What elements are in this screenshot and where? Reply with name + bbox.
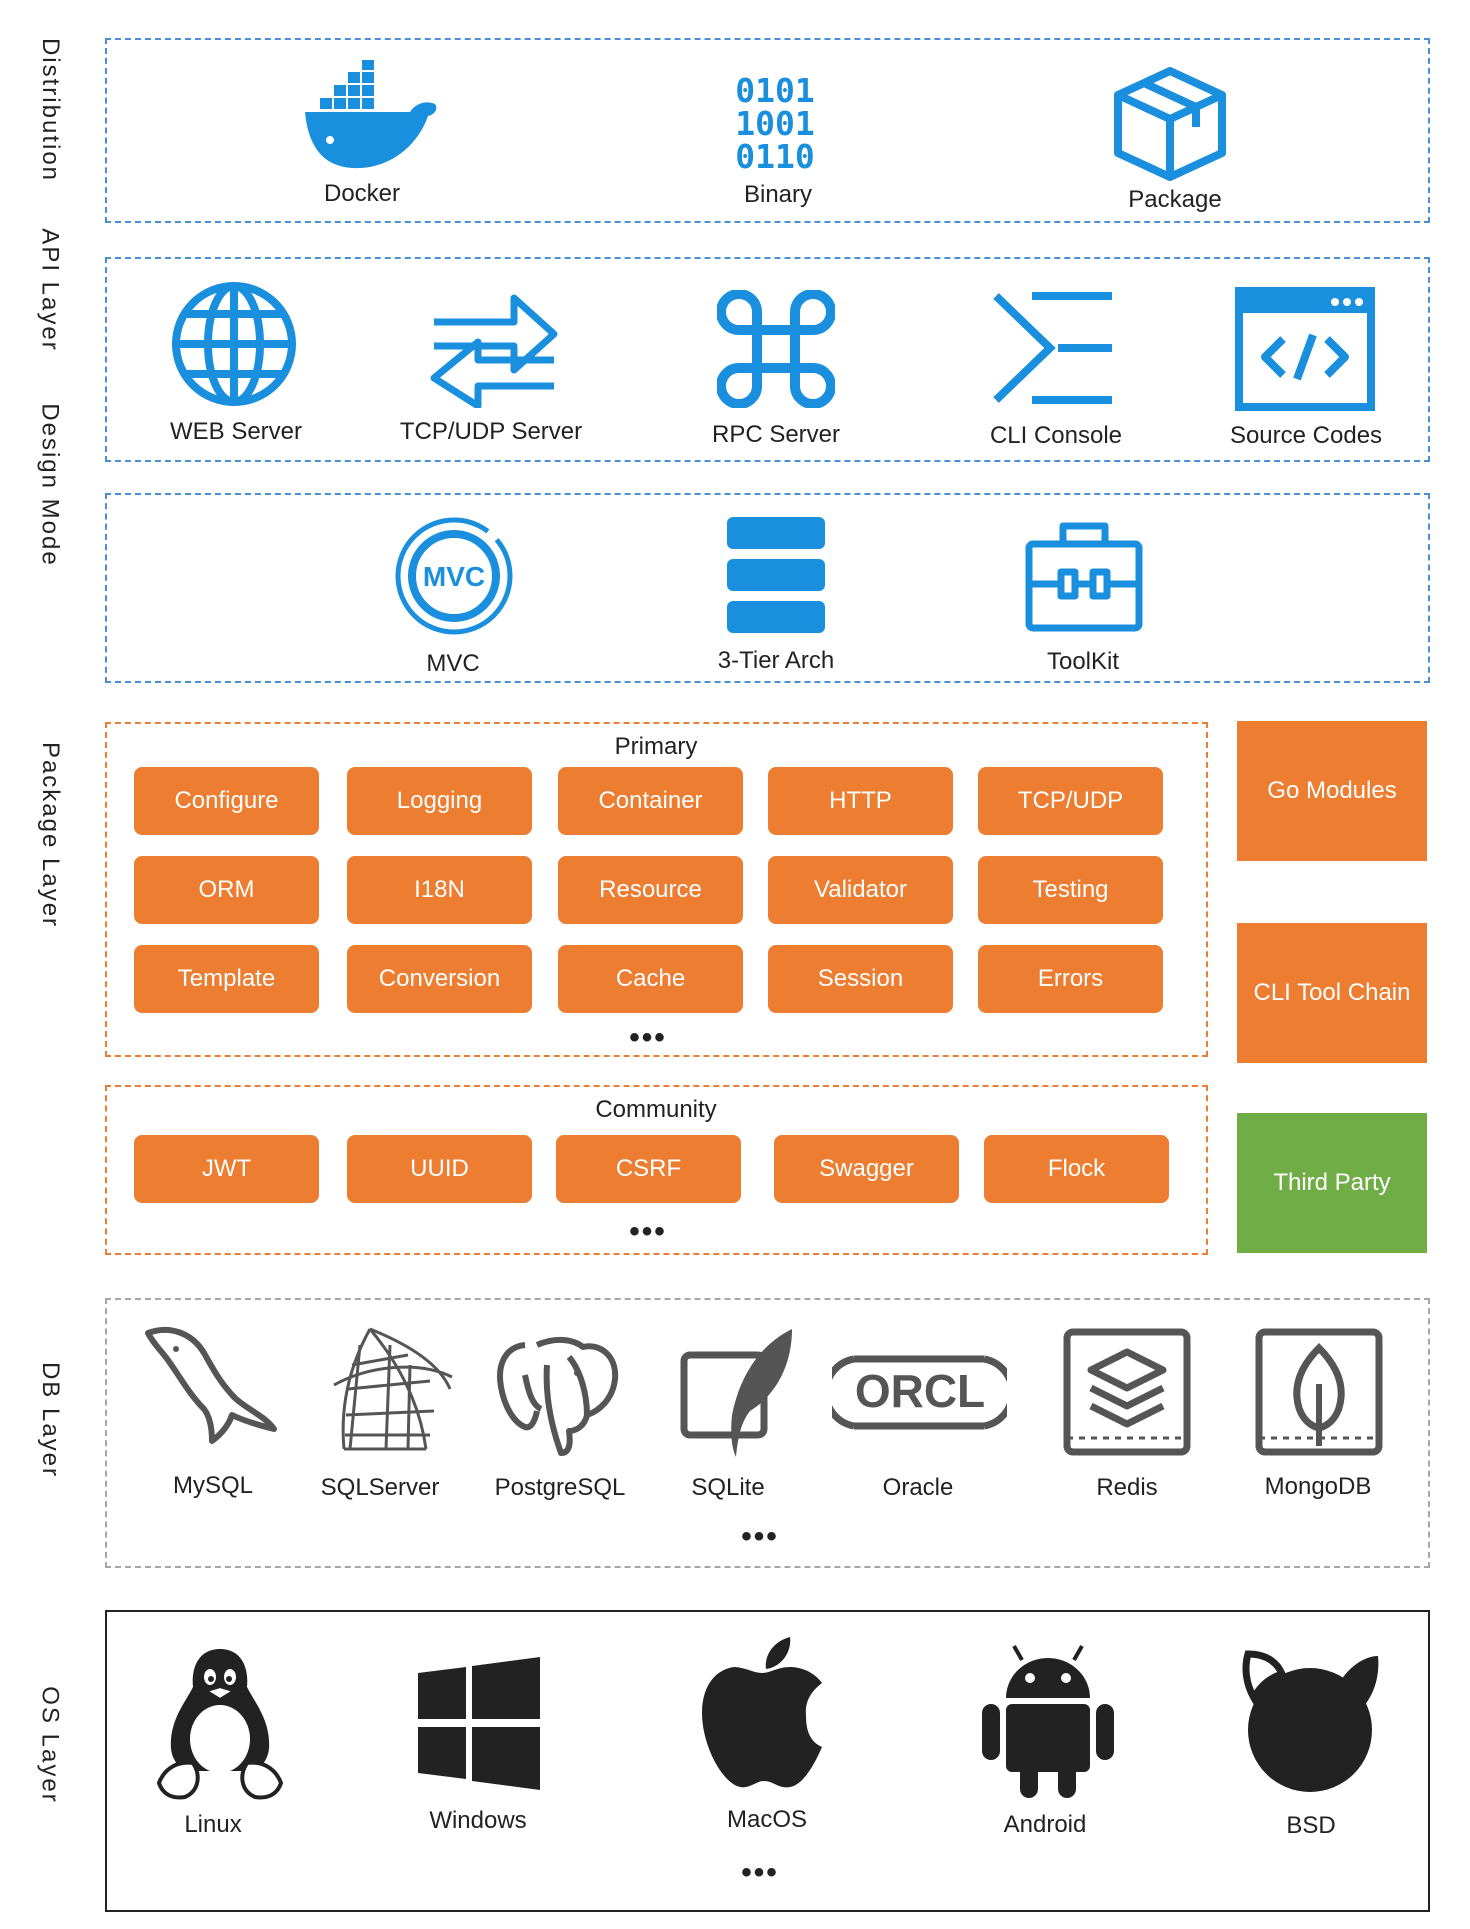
sqlserver-icon: [333, 1327, 453, 1451]
docker-label: Docker: [323, 180, 401, 207]
layer-label-design: Design Mode: [37, 403, 65, 567]
source-codes-label: Source Codes: [1229, 422, 1383, 449]
os-ellipsis: •••: [741, 1856, 779, 1889]
package-label: Package: [1128, 186, 1222, 213]
transfer-arrows-icon: [430, 294, 558, 408]
macos-label: MacOS: [726, 1806, 808, 1833]
package-pill-resource: Resource: [558, 856, 743, 924]
cli-console-label: CLI Console: [989, 422, 1123, 449]
sqlite-label: SQLite: [691, 1474, 765, 1501]
binary-label: Binary: [743, 181, 813, 208]
package-pill-container: Container: [558, 767, 743, 835]
stack-icon: [727, 517, 825, 633]
package-pill-template: Template: [134, 945, 319, 1013]
mvc-label: MVC: [426, 650, 480, 677]
command-icon: [717, 290, 835, 408]
redis-icon: [1063, 1328, 1191, 1456]
layer-label-distribution: Distribution: [37, 37, 65, 183]
tcpudp-server-label: TCP/UDP Server: [399, 418, 583, 445]
package-pill-logging: Logging: [347, 767, 532, 835]
globe-icon: [172, 282, 296, 406]
apple-logo-icon: [702, 1637, 822, 1788]
package-icon: [1114, 67, 1226, 181]
mysql-label: MySQL: [172, 1472, 254, 1499]
cli-tool-chain-block: CLI Tool Chain: [1237, 923, 1427, 1063]
package-pill-session: Session: [768, 945, 953, 1013]
oracle-logo-icon: ORCL: [832, 1355, 1007, 1430]
windows-label: Windows: [429, 1807, 527, 1834]
binary-icon-row: 0110: [735, 137, 814, 172]
layer-label-package: Package Layer: [37, 741, 65, 929]
android-robot-icon: [982, 1645, 1114, 1798]
mvc-icon-text: MVC: [423, 561, 485, 592]
package-pill-jwt: JWT: [134, 1135, 319, 1203]
third-party-block: Third Party: [1237, 1113, 1427, 1253]
oracle-label: Oracle: [882, 1474, 954, 1501]
mongodb-leaf-icon: [1255, 1328, 1383, 1456]
package-pill-cache: Cache: [558, 945, 743, 1013]
primary-ellipsis: •••: [629, 1021, 667, 1054]
android-label: Android: [1003, 1811, 1087, 1838]
package-pill-conversion: Conversion: [347, 945, 532, 1013]
layer-label-api: API Layer: [37, 228, 65, 352]
source-code-icon: [1235, 287, 1375, 411]
redis-label: Redis: [1096, 1474, 1158, 1501]
toolbox-icon: [1025, 522, 1143, 632]
rpc-server-label: RPC Server: [711, 421, 841, 448]
docker-icon: [305, 60, 437, 169]
mysql-dolphin-icon: [145, 1326, 277, 1444]
package-pill-i18n: I18N: [347, 856, 532, 924]
package-pill-validator: Validator: [768, 856, 953, 924]
package-pill-http: HTTP: [768, 767, 953, 835]
primary-heading: Primary: [614, 733, 698, 760]
package-pill-uuid: UUID: [347, 1135, 532, 1203]
package-pill-tcpudp: TCP/UDP: [978, 767, 1163, 835]
go-modules-block: Go Modules: [1237, 721, 1427, 861]
linux-label: Linux: [184, 1811, 242, 1838]
postgresql-label: PostgreSQL: [494, 1474, 626, 1501]
package-pill-flock: Flock: [984, 1135, 1169, 1203]
linux-tux-icon: [156, 1649, 284, 1800]
windows-logo-icon: [418, 1657, 540, 1790]
bsd-label: BSD: [1286, 1812, 1336, 1839]
sqlserver-label: SQLServer: [320, 1474, 440, 1501]
package-pill-csrf: CSRF: [556, 1135, 741, 1203]
mvc-icon: MVC: [395, 517, 513, 635]
package-pill-swagger: Swagger: [774, 1135, 959, 1203]
bsd-daemon-icon: [1242, 1650, 1379, 1792]
three-tier-label: 3-Tier Arch: [717, 647, 835, 674]
mongodb-label: MongoDB: [1264, 1473, 1372, 1500]
oracle-logo-text: ORCL: [855, 1365, 985, 1417]
db-ellipsis: •••: [741, 1520, 779, 1553]
toolkit-label: ToolKit: [1046, 648, 1120, 675]
package-pill-orm: ORM: [134, 856, 319, 924]
web-server-label: WEB Server: [169, 418, 303, 445]
package-pill-errors: Errors: [978, 945, 1163, 1013]
package-pill-configure: Configure: [134, 767, 319, 835]
postgresql-elephant-icon: [497, 1337, 619, 1456]
binary-icon: 0101 1001 0110: [735, 72, 814, 172]
layer-label-os: OS Layer: [37, 1686, 65, 1804]
package-pill-testing: Testing: [978, 856, 1163, 924]
community-heading: Community: [595, 1096, 717, 1123]
layer-label-db: DB Layer: [37, 1361, 65, 1479]
sqlite-feather-icon: [680, 1329, 792, 1457]
console-icon: [993, 292, 1112, 404]
community-ellipsis: •••: [629, 1215, 667, 1248]
